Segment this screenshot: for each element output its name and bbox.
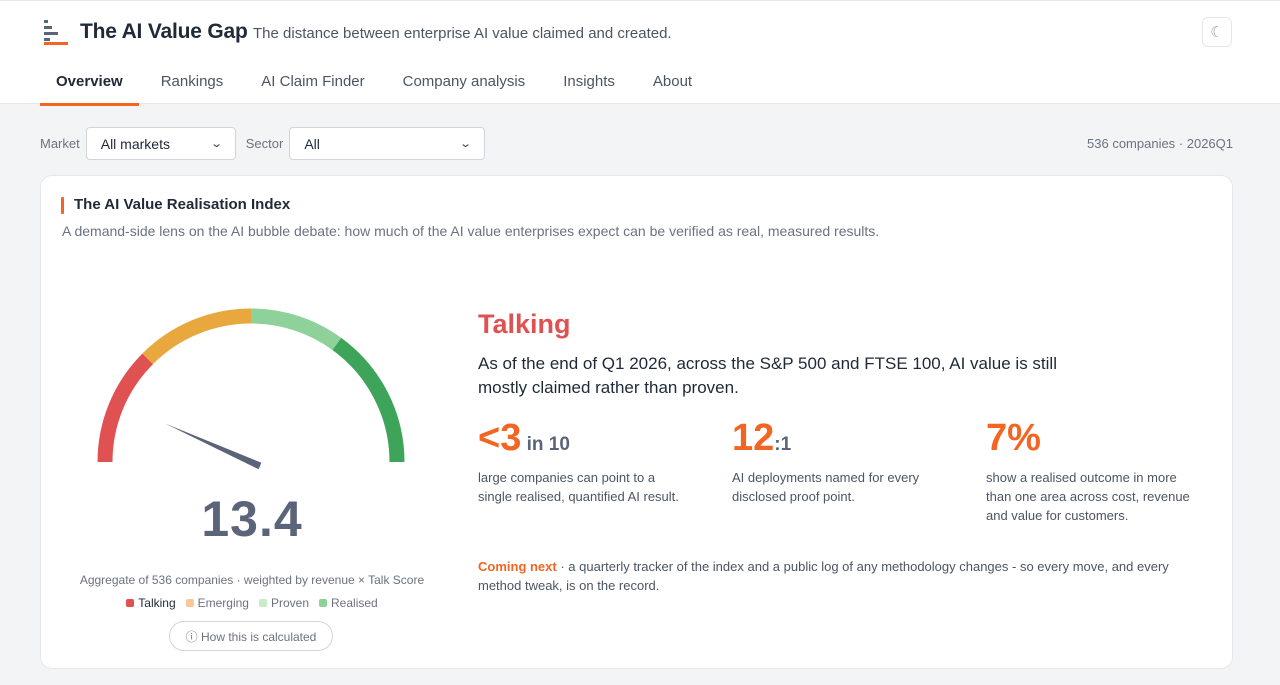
coming-next-label: Coming next bbox=[478, 559, 557, 574]
stat-block: 7% show a realised outcome in more than … bbox=[986, 416, 1191, 525]
market-label: Market bbox=[40, 136, 80, 151]
legend-label: Proven bbox=[270, 596, 310, 610]
legend-swatch bbox=[319, 599, 328, 607]
gauge-legend: Talking Emerging Proven Realised bbox=[41, 596, 463, 610]
sector-label: Sector bbox=[245, 136, 284, 151]
stat-suffix: :1 bbox=[774, 434, 792, 455]
chevron-down-icon: ⌄ bbox=[459, 138, 473, 150]
stat-value: <3 in 10 bbox=[478, 416, 688, 460]
main-tabs: Overview Rankings AI Claim Finder Compan… bbox=[40, 63, 714, 106]
index-card: The AI Value Realisation Index A demand-… bbox=[40, 175, 1233, 669]
gauge bbox=[91, 294, 411, 474]
stat-description: large companies can point to a single re… bbox=[478, 470, 679, 504]
stat-suffix: in 10 bbox=[521, 434, 570, 455]
sector-select-value: All bbox=[304, 135, 320, 152]
status-label: Talking bbox=[478, 309, 571, 339]
tab-company-analysis[interactable]: Company analysis bbox=[387, 63, 542, 105]
stat-value: 12:1 bbox=[732, 416, 922, 460]
gauge-band-emerging bbox=[142, 308, 252, 365]
card-title: The AI Value Realisation Index bbox=[74, 196, 291, 213]
tab-rankings[interactable]: Rankings bbox=[145, 63, 240, 105]
card-description: A demand-side lens on the AI bubble deba… bbox=[62, 223, 880, 239]
logo-icon bbox=[44, 20, 68, 45]
status-text: As of the end of Q1 2026, across the S&P… bbox=[478, 354, 1057, 397]
market-select-value: All markets bbox=[100, 135, 170, 152]
tab-ai-claim-finder[interactable]: AI Claim Finder bbox=[245, 63, 380, 105]
stat-block: 12:1 AI deployments named for every disc… bbox=[732, 416, 922, 506]
legend-item-proven: Proven bbox=[258, 596, 310, 610]
legend-item-realised: Realised bbox=[319, 596, 378, 610]
index-score: 13.4 bbox=[201, 491, 303, 547]
moon-icon: ☾ bbox=[1210, 24, 1224, 41]
market-select[interactable]: All markets ⌄ bbox=[85, 127, 236, 160]
stat-description: show a realised outcome in more than one… bbox=[986, 470, 1190, 523]
stat-block: <3 in 10 large companies can point to a … bbox=[478, 416, 688, 506]
filter-bar: Market All markets ⌄ Sector All ⌄ bbox=[40, 127, 495, 160]
app-title: The AI Value Gap bbox=[80, 20, 248, 43]
legend-swatch bbox=[126, 599, 135, 607]
tab-insights[interactable]: Insights bbox=[547, 63, 631, 105]
tab-about[interactable]: About bbox=[637, 63, 708, 105]
app-subtitle: The distance between enterprise AI value… bbox=[253, 25, 672, 42]
coming-next-text: · a quarterly tracker of the index and a… bbox=[478, 559, 1169, 593]
sector-select[interactable]: All ⌄ bbox=[289, 127, 486, 160]
gauge-band-talking bbox=[97, 353, 154, 463]
title-accent-bar bbox=[61, 197, 64, 214]
gauge-band-realised bbox=[332, 337, 405, 463]
legend-swatch bbox=[185, 599, 194, 607]
gauge-band-proven bbox=[250, 308, 342, 351]
gauge-svg bbox=[97, 308, 405, 470]
how-calculated-button[interactable]: ⓘ How this is calculated bbox=[169, 621, 333, 651]
companies-count: 536 companies · 2026Q1 bbox=[1087, 136, 1233, 151]
legend-label: Emerging bbox=[197, 596, 249, 610]
coming-next-note: Coming next · a quarterly tracker of the… bbox=[478, 557, 1198, 595]
chevron-down-icon: ⌄ bbox=[209, 138, 223, 150]
tab-overview[interactable]: Overview bbox=[40, 63, 139, 106]
app-header: The AI Value Gap The distance between en… bbox=[0, 0, 1280, 106]
theme-toggle-button[interactable]: ☾ bbox=[1202, 17, 1232, 47]
gauge-needle bbox=[165, 423, 262, 470]
legend-label: Realised bbox=[331, 596, 378, 610]
legend-item-emerging: Emerging bbox=[185, 596, 249, 610]
aggregate-note: Aggregate of 536 companies · weighted by… bbox=[79, 573, 425, 587]
legend-swatch bbox=[258, 599, 267, 607]
stat-description: AI deployments named for every disclosed… bbox=[732, 470, 920, 504]
stat-value: 7% bbox=[986, 416, 1191, 460]
legend-item-talking: Talking bbox=[126, 596, 176, 610]
stat-number: 12 bbox=[732, 417, 775, 459]
stat-number: 7% bbox=[986, 417, 1041, 459]
legend-label: Talking bbox=[138, 596, 176, 610]
stat-number: <3 bbox=[478, 417, 522, 459]
